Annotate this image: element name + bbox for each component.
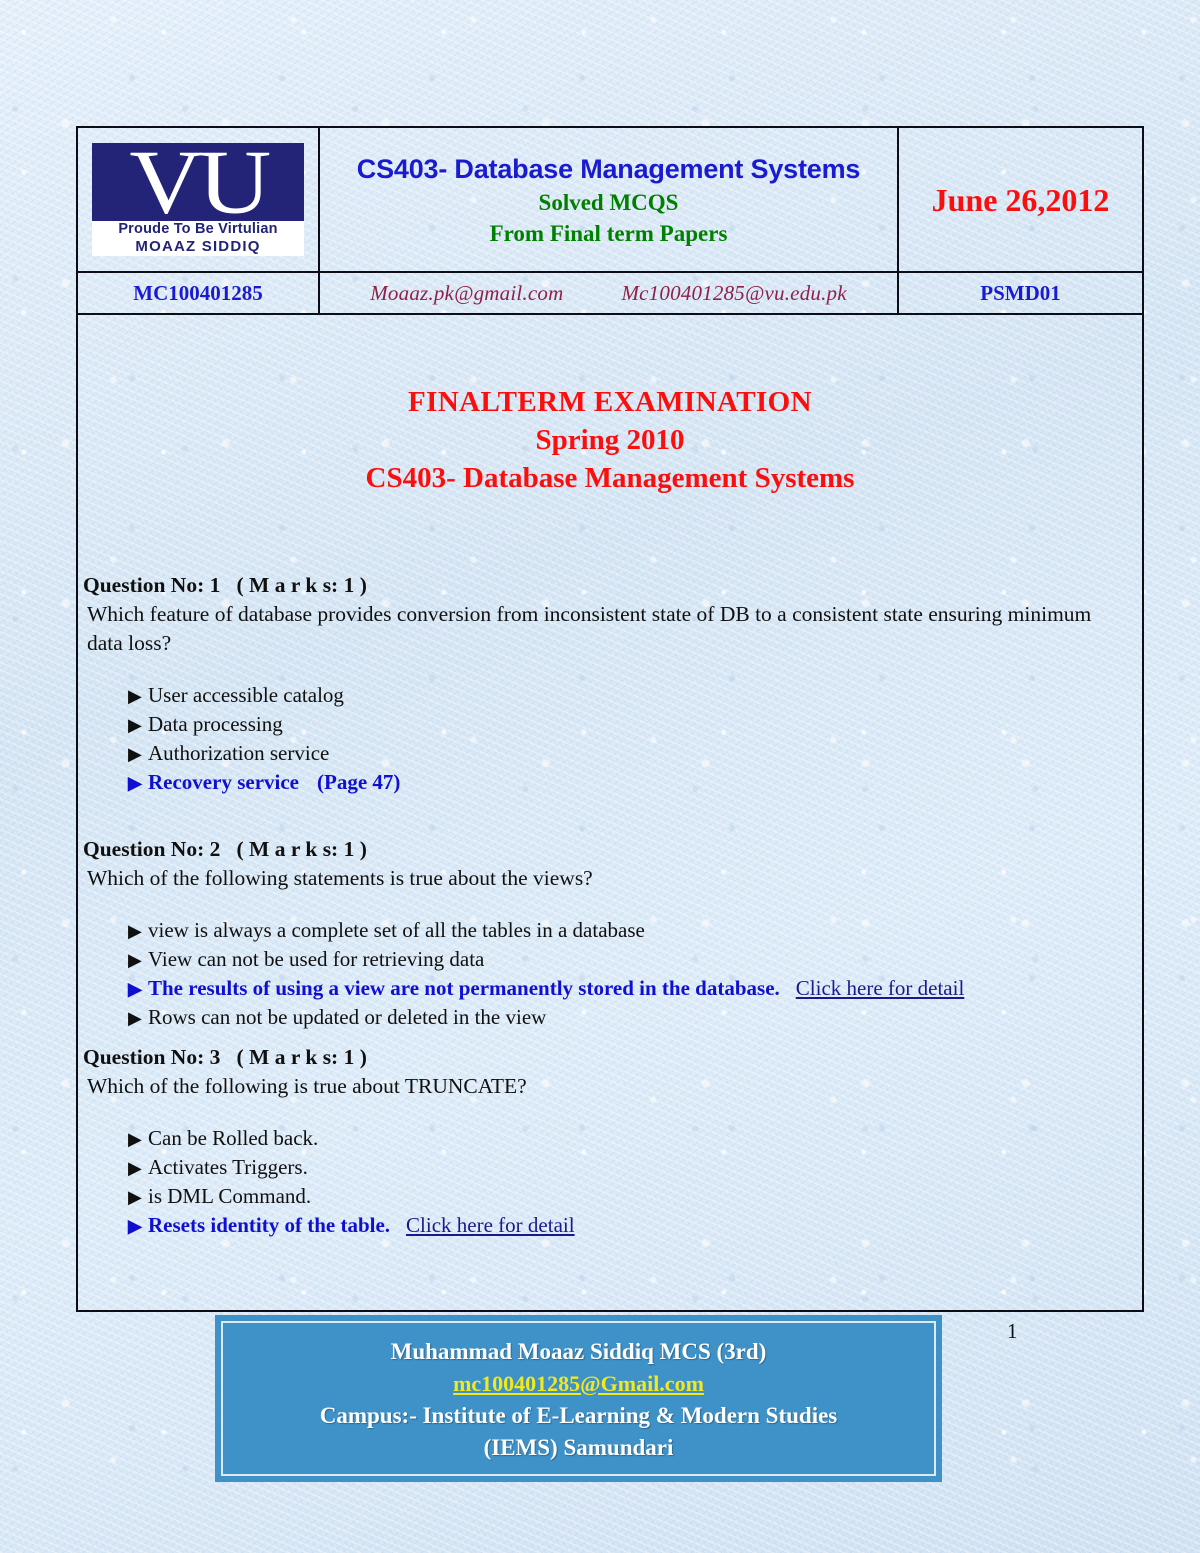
option-list: ▶ view is always a complete set of all th… bbox=[78, 916, 1142, 1032]
option-label: Activates Triggers. bbox=[148, 1155, 308, 1179]
compilation-date: June 26,2012 bbox=[931, 181, 1110, 218]
vu-logo: VU Proude To Be Virtulian MOAAZ SIDDIQ bbox=[92, 143, 304, 256]
email-vu: Mc100401285@vu.edu.pk bbox=[621, 281, 847, 305]
option[interactable]: ▶ View can not be used for retrieving dat… bbox=[128, 945, 1142, 974]
credit-footer-box: Muhammad Moaaz Siddiq MCS (3rd) mc100401… bbox=[215, 1315, 942, 1482]
option[interactable]: ▶ User accessible catalog bbox=[128, 681, 1142, 710]
header-cell-emails: Moaaz.pk@gmail.com Mc100401285@vu.edu.pk bbox=[318, 271, 899, 315]
question-marks: ( M a r k s: 1 ) bbox=[236, 837, 367, 861]
option-label: view is always a complete set of all the… bbox=[148, 918, 645, 942]
question-text: Which of the following is true about TRU… bbox=[87, 1074, 527, 1098]
question-block: Question No: 3 ( M a r k s: 1 ) Which of … bbox=[78, 1043, 1142, 1240]
header-table-row-top: VU Proude To Be Virtulian MOAAZ SIDDIQ C… bbox=[78, 128, 1142, 273]
question-text: Which of the following statements is tru… bbox=[87, 866, 593, 890]
option-label: Data processing bbox=[148, 712, 283, 736]
option-label: Authorization service bbox=[148, 741, 330, 765]
question-heading: Question No: 1 ( M a r k s: 1 ) bbox=[78, 571, 1142, 600]
bullet-arrow-icon: ▶ bbox=[128, 1129, 142, 1149]
exam-term: Spring 2010 bbox=[535, 424, 685, 456]
option[interactable]: ▶ Can be Rolled back. bbox=[128, 1124, 1142, 1153]
question-text: Which feature of database provides conve… bbox=[87, 602, 1092, 655]
option[interactable]: ▶ is DML Command. bbox=[128, 1182, 1142, 1211]
bullet-arrow-icon: ▶ bbox=[128, 1216, 142, 1236]
question-block: Question No: 2 ( M a r k s: 1 ) Which of … bbox=[78, 835, 1142, 1032]
option-correct[interactable]: ▶ The results of using a view are not per… bbox=[128, 974, 1142, 1003]
page-reference: (Page 47) bbox=[317, 770, 401, 794]
question-number: Question No: 1 bbox=[83, 573, 237, 597]
exam-course: CS403- Database Management Systems bbox=[365, 462, 855, 494]
option[interactable]: ▶ Rows can not be updated or deleted in t… bbox=[128, 1003, 1142, 1032]
bullet-arrow-icon: ▶ bbox=[128, 1008, 142, 1028]
option-list: ▶ User accessible catalog ▶ Data processing… bbox=[78, 681, 1142, 797]
vu-logo-mark: VU bbox=[92, 143, 304, 221]
course-title: CS403- Database Management Systems bbox=[356, 153, 861, 184]
bullet-arrow-icon: ▶ bbox=[128, 950, 142, 970]
option-label: Resets identity of the table. bbox=[148, 1213, 391, 1237]
credit-footer-inner: Muhammad Moaaz Siddiq MCS (3rd) mc100401… bbox=[221, 1321, 936, 1476]
paper-code: PSMD01 bbox=[980, 281, 1061, 305]
vu-logo-letters: VU bbox=[129, 143, 271, 221]
header-cell-date: June 26,2012 bbox=[897, 128, 1142, 273]
question-heading: Question No: 3 ( M a r k s: 1 ) bbox=[78, 1043, 1142, 1072]
option[interactable]: ▶ view is always a complete set of all th… bbox=[128, 916, 1142, 945]
question-number: Question No: 2 bbox=[83, 837, 237, 861]
option-list: ▶ Can be Rolled back. ▶ Activates Triggers.… bbox=[78, 1124, 1142, 1240]
question-number: Question No: 3 bbox=[83, 1045, 237, 1069]
bullet-arrow-icon: ▶ bbox=[128, 921, 142, 941]
question-heading: Question No: 2 ( M a r k s: 1 ) bbox=[78, 835, 1142, 864]
option-label: User accessible catalog bbox=[148, 683, 344, 707]
header-info-table: VU Proude To Be Virtulian MOAAZ SIDDIQ C… bbox=[78, 128, 1142, 315]
page-number: 1 bbox=[1007, 1319, 1018, 1343]
header-cell-logo: VU Proude To Be Virtulian MOAAZ SIDDIQ bbox=[78, 128, 320, 273]
option[interactable]: ▶ Activates Triggers. bbox=[128, 1153, 1142, 1182]
question-marks: ( M a r k s: 1 ) bbox=[236, 1045, 367, 1069]
option-label: The results of using a view are not perm… bbox=[148, 976, 780, 1000]
option-label: is DML Command. bbox=[148, 1184, 312, 1208]
option-label: Recovery service bbox=[148, 770, 299, 794]
option-label: View can not be used for retrieving data bbox=[148, 947, 485, 971]
campus-line-1: Campus:- Institute of E-Learning & Moder… bbox=[319, 1402, 838, 1428]
bullet-arrow-icon: ▶ bbox=[128, 744, 142, 764]
subtitle-solved-mcqs: Solved MCQS bbox=[538, 189, 679, 215]
header-cell-title: CS403- Database Management Systems Solve… bbox=[318, 128, 899, 273]
bullet-arrow-icon: ▶ bbox=[128, 1187, 142, 1207]
detail-link[interactable]: Click here for detail bbox=[796, 976, 965, 1000]
bullet-arrow-icon: ▶ bbox=[128, 773, 142, 793]
exam-title-block: FINALTERM EXAMINATION Spring 2010 CS403-… bbox=[78, 383, 1142, 497]
exam-type: FINALTERM EXAMINATION bbox=[408, 386, 812, 418]
author-name: Muhammad Moaaz Siddiq MCS (3rd) bbox=[390, 1338, 767, 1364]
option[interactable]: ▶ Data processing bbox=[128, 710, 1142, 739]
option-label: Rows can not be updated or deleted in th… bbox=[148, 1005, 547, 1029]
bullet-arrow-icon: ▶ bbox=[128, 715, 142, 735]
email-gmail: Moaaz.pk@gmail.com bbox=[370, 281, 564, 305]
vu-logo-tagline-1: Proude To Be Virtulian bbox=[118, 221, 278, 237]
option-label: Can be Rolled back. bbox=[148, 1126, 319, 1150]
option-correct[interactable]: ▶ Recovery service (Page 47) bbox=[128, 768, 1142, 797]
option[interactable]: ▶ Authorization service bbox=[128, 739, 1142, 768]
option-correct[interactable]: ▶ Resets identity of the table. Click here… bbox=[128, 1211, 1142, 1240]
student-id: MC100401285 bbox=[133, 281, 263, 305]
document-content-frame: VU Proude To Be Virtulian MOAAZ SIDDIQ C… bbox=[76, 126, 1144, 1312]
author-email-link[interactable]: mc100401285@Gmail.com bbox=[453, 1368, 704, 1400]
email-group: Moaaz.pk@gmail.com Mc100401285@vu.edu.pk bbox=[320, 278, 897, 308]
question-block: Question No: 1 ( M a r k s: 1 ) Which fea… bbox=[78, 571, 1142, 797]
bullet-arrow-icon: ▶ bbox=[128, 979, 142, 999]
subtitle-source: From Final term Papers bbox=[489, 220, 728, 246]
header-cell-student-id: MC100401285 bbox=[78, 271, 320, 315]
header-cell-paper-code: PSMD01 bbox=[897, 271, 1142, 315]
bullet-arrow-icon: ▶ bbox=[128, 1158, 142, 1178]
campus-line-2: (IEMS) Samundari bbox=[483, 1434, 674, 1460]
detail-link[interactable]: Click here for detail bbox=[406, 1213, 575, 1237]
question-marks: ( M a r k s: 1 ) bbox=[236, 573, 367, 597]
header-table-row-bottom: MC100401285 Moaaz.pk@gmail.com Mc1004012… bbox=[78, 271, 1142, 315]
bullet-arrow-icon: ▶ bbox=[128, 686, 142, 706]
vu-logo-tagline-2: MOAAZ SIDDIQ bbox=[135, 238, 261, 255]
